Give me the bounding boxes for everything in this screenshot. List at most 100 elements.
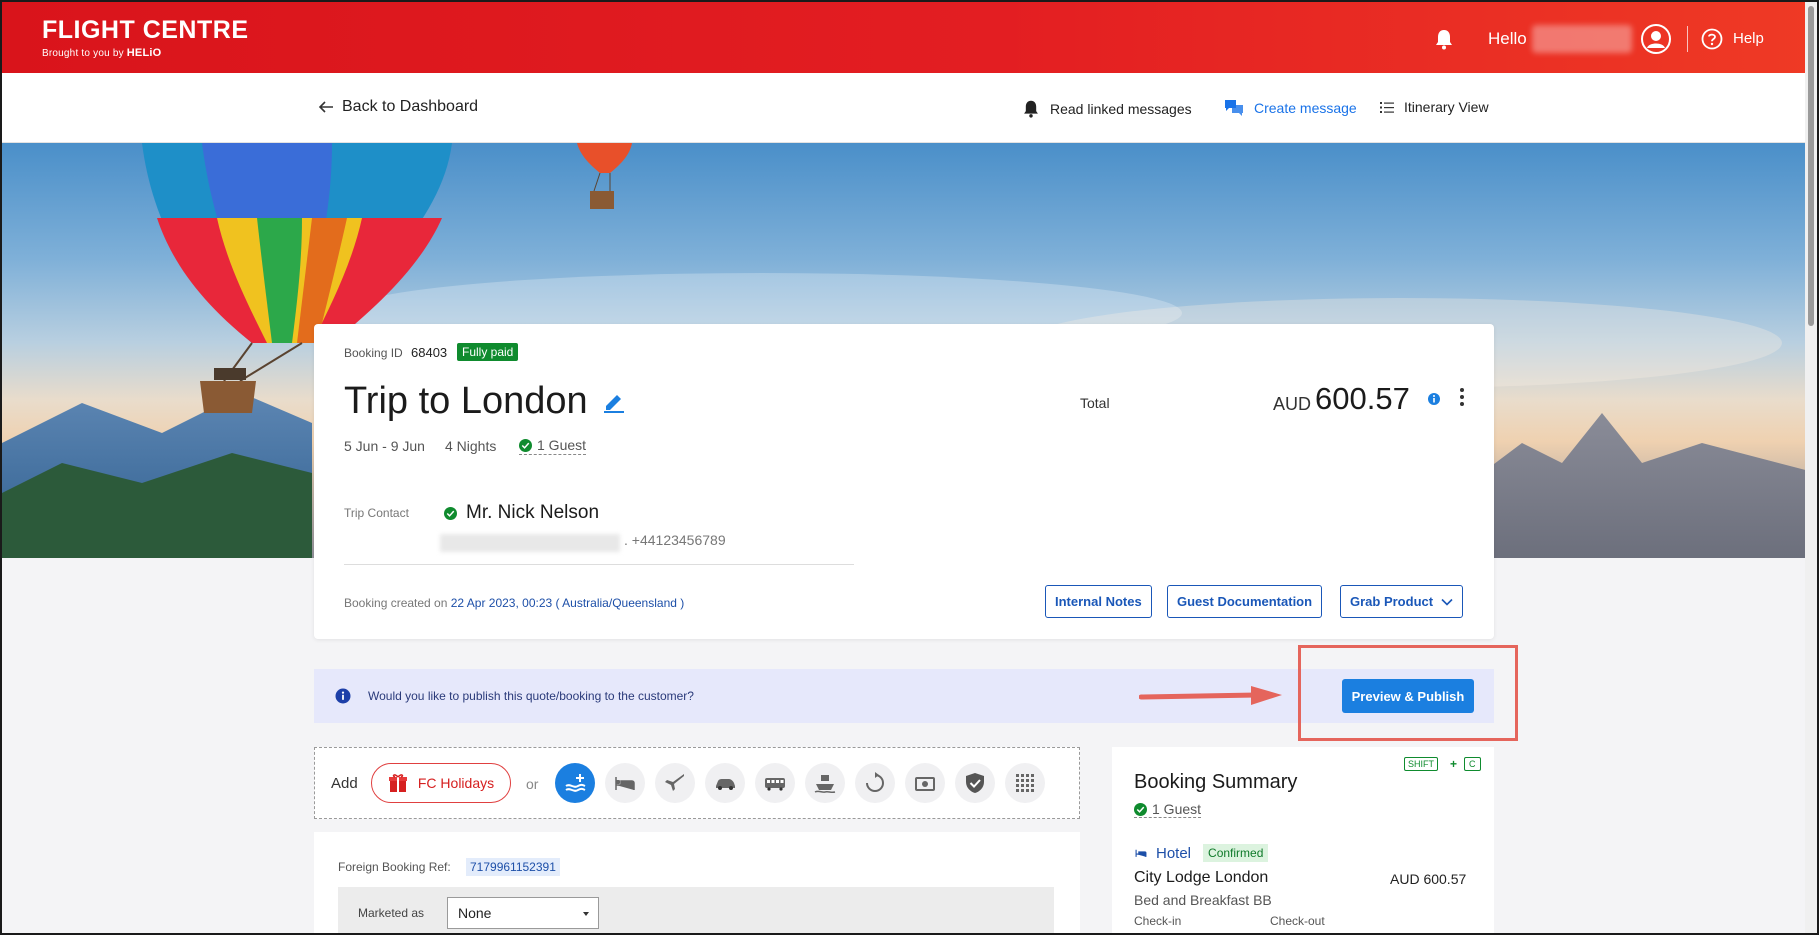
- publish-prompt-text: Would you like to publish this quote/boo…: [368, 689, 694, 703]
- add-car-button[interactable]: [705, 763, 745, 803]
- booking-card: Booking ID 68403 Fully paid Trip to Lond…: [314, 324, 1494, 639]
- shortcut-c-key: C: [1464, 757, 1481, 771]
- fc-holidays-button[interactable]: FC Holidays: [371, 763, 511, 803]
- transfer-icon: [866, 772, 884, 792]
- add-activity-button[interactable]: [555, 763, 595, 803]
- hotel-name: City Lodge London: [1134, 869, 1269, 886]
- redacted-user-name: [1532, 25, 1632, 53]
- logo-tagline: Brought to you by HELiO: [42, 47, 162, 59]
- page-scrollbar-thumb[interactable]: [1808, 6, 1814, 326]
- trip-contact-phone: . +44123456789: [624, 532, 726, 548]
- check-in-label: Check-in: [1134, 914, 1182, 928]
- trip-dates: 5 Jun - 9 Jun: [344, 438, 425, 454]
- help-question-icon[interactable]: [1701, 28, 1723, 50]
- total-amount: 600.57: [1315, 381, 1410, 416]
- payment-status-badge: Fully paid: [457, 343, 519, 361]
- confirmed-badge: Confirmed: [1203, 844, 1269, 862]
- insurance-shield-icon: [966, 773, 984, 793]
- arrow-left-icon: [318, 101, 333, 113]
- edit-pencil-icon[interactable]: [602, 390, 626, 414]
- bell-icon: [1024, 100, 1038, 118]
- user-account-icon[interactable]: [1640, 23, 1672, 55]
- foreign-booking-ref-value[interactable]: 7179961152391: [466, 858, 560, 876]
- booking-detail-panel: Foreign Booking Ref: 7179961152391 Marke…: [314, 832, 1080, 933]
- hotel-board-type: Bed and Breakfast BB: [1134, 892, 1272, 908]
- add-insurance-button[interactable]: [955, 763, 995, 803]
- itinerary-view-button[interactable]: Itinerary View: [1380, 99, 1489, 115]
- booking-id-value: 68403: [411, 345, 448, 360]
- create-message-button[interactable]: Create message: [1224, 99, 1357, 117]
- app-window: FLIGHT CENTRE Brought to you by HELiO He…: [0, 0, 1819, 935]
- booking-summary-panel: SHIFT + C Booking Summary 1 Guest Hotel …: [1112, 747, 1494, 933]
- check-circle-icon: [444, 506, 457, 520]
- marketed-as-section: Marketed as None: [338, 887, 1054, 933]
- redacted-email: [440, 534, 620, 552]
- chat-bubbles-icon: [1225, 100, 1243, 116]
- booking-created-date: 22 Apr 2023, 00:23 ( Australia/Queenslan…: [450, 596, 685, 610]
- check-out-label: Check-out: [1270, 914, 1325, 928]
- add-flight-button[interactable]: [655, 763, 695, 803]
- booking-summary-title: Booking Summary: [1134, 771, 1298, 793]
- notification-bell-icon[interactable]: [1434, 28, 1454, 50]
- ferry-icon: [814, 775, 836, 794]
- guest-count[interactable]: 1 Guest: [519, 437, 587, 455]
- list-icon: [1380, 101, 1394, 113]
- add-hotel-button[interactable]: [605, 763, 645, 803]
- header-divider: [1687, 26, 1688, 52]
- hotel-bed-icon: [1135, 849, 1147, 857]
- gift-box-icon: [388, 774, 407, 792]
- summary-guest-count[interactable]: 1 Guest: [1134, 801, 1202, 818]
- trip-nights: 4 Nights: [445, 438, 497, 454]
- trip-contact-name: Mr. Nick Nelson: [444, 502, 599, 524]
- more-options-icon[interactable]: [1459, 387, 1465, 407]
- add-bus-button[interactable]: [755, 763, 795, 803]
- greeting-text: Hello: [1488, 29, 1527, 48]
- flight-centre-logo[interactable]: FLIGHT CENTRE Brought to you by HELiO: [42, 16, 249, 60]
- grab-product-button[interactable]: Grab Product: [1340, 585, 1464, 618]
- trip-title: Trip to London: [344, 380, 588, 422]
- back-to-dashboard-link[interactable]: Back to Dashboard: [318, 98, 478, 116]
- read-linked-messages-button[interactable]: Read linked messages: [1022, 99, 1192, 118]
- summary-item-type: Hotel: [1156, 844, 1192, 862]
- helio-brand: HELiO: [126, 47, 162, 59]
- hotel-bed-icon: [615, 777, 635, 790]
- or-label: or: [526, 776, 539, 792]
- info-icon[interactable]: [1427, 392, 1441, 406]
- car-icon: [716, 779, 735, 790]
- summary-item-header: Hotel Confirmed: [1134, 844, 1269, 862]
- annotation-arrow-icon: [1139, 686, 1282, 705]
- booking-created: Booking created on 22 Apr 2023, 00:23 ( …: [344, 596, 685, 610]
- add-product-bar: Add FC Holidays or: [314, 747, 1080, 819]
- foreign-booking-ref-label: Foreign Booking Ref:: [338, 860, 451, 874]
- total-currency: AUD: [1273, 394, 1312, 414]
- flight-icon: [665, 774, 684, 791]
- total-label: Total: [1080, 395, 1110, 411]
- guest-documentation-button[interactable]: Guest Documentation: [1167, 585, 1323, 618]
- more-products-button[interactable]: [1005, 763, 1045, 803]
- more-grid-icon: [1016, 774, 1034, 792]
- cash-icon: [915, 777, 935, 791]
- booking-id-label: Booking ID: [344, 346, 403, 360]
- check-circle-icon: [519, 438, 532, 452]
- trip-contact-label: Trip Contact: [344, 506, 409, 520]
- add-cash-button[interactable]: [905, 763, 945, 803]
- shortcut-shift-key: SHIFT: [1404, 757, 1438, 771]
- check-circle-icon: [1134, 802, 1147, 816]
- marketed-as-select[interactable]: None: [447, 897, 599, 929]
- add-ferry-button[interactable]: [805, 763, 845, 803]
- add-label: Add: [331, 775, 358, 792]
- help-link[interactable]: Help: [1733, 30, 1764, 47]
- logo-wordmark: FLIGHT CENTRE: [42, 16, 249, 44]
- internal-notes-button[interactable]: Internal Notes: [1045, 585, 1152, 618]
- top-header: FLIGHT CENTRE Brought to you by HELiO He…: [2, 2, 1817, 73]
- marketed-as-label: Marketed as: [358, 906, 425, 920]
- chevron-down-icon: [1441, 598, 1453, 606]
- card-divider: [344, 564, 854, 565]
- add-transfer-button[interactable]: [855, 763, 895, 803]
- shortcut-plus: +: [1450, 757, 1458, 771]
- info-icon: [335, 688, 351, 704]
- hotel-price: AUD 600.57: [1390, 871, 1467, 887]
- activity-add-icon: [565, 774, 586, 792]
- sub-navigation: Back to Dashboard Read linked messages C…: [2, 73, 1817, 143]
- preview-and-publish-button[interactable]: Preview & Publish: [1342, 679, 1474, 713]
